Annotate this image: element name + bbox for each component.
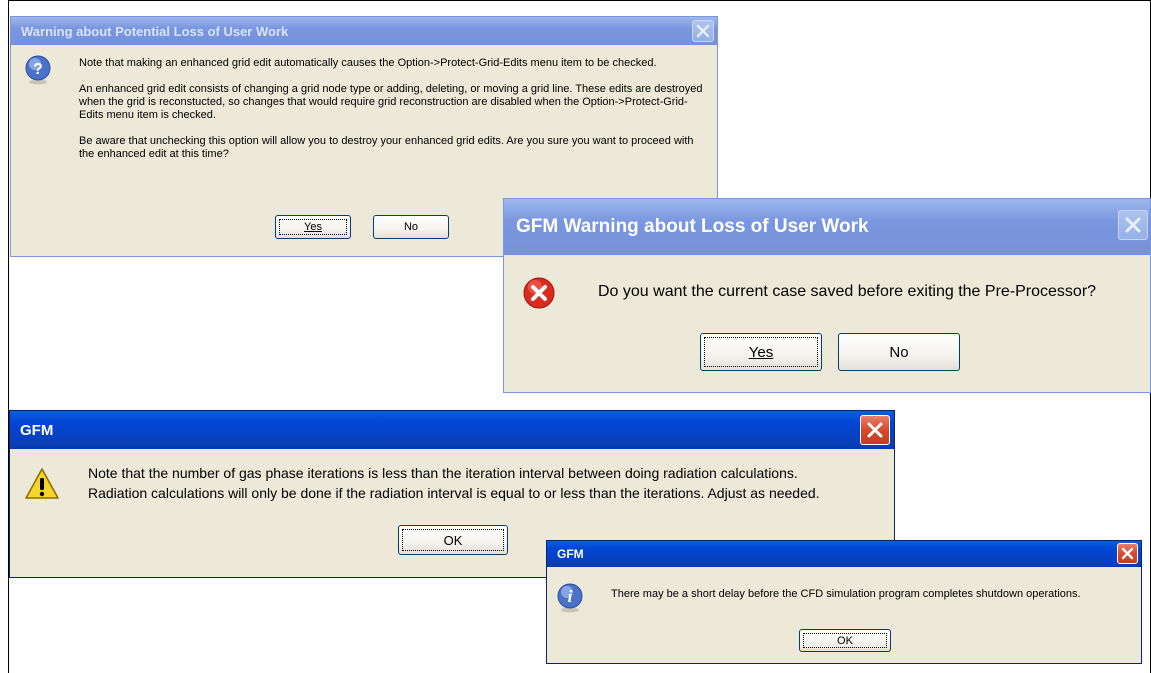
svg-text:i: i — [568, 587, 573, 606]
dialog-gfm-loss-warning: GFM Warning about Loss of User Work Do y… — [503, 198, 1151, 393]
close-icon — [1121, 547, 1134, 560]
dialog-title: GFM — [557, 547, 584, 561]
close-icon — [696, 24, 710, 38]
no-button[interactable]: No — [373, 215, 449, 239]
warning-icon — [25, 468, 59, 499]
close-icon — [1125, 217, 1141, 233]
yes-button[interactable]: Yes — [275, 215, 351, 239]
dialog-title-bar[interactable]: GFM — [547, 541, 1141, 567]
dialog-title-bar[interactable]: Warning about Potential Loss of User Wor… — [11, 17, 717, 45]
no-button[interactable]: No — [838, 333, 960, 371]
svg-text:?: ? — [33, 61, 43, 78]
error-icon — [523, 277, 555, 309]
dialog-title: Warning about Potential Loss of User Wor… — [21, 23, 289, 39]
dialog-title: GFM Warning about Loss of User Work — [516, 216, 869, 237]
close-button[interactable] — [1117, 543, 1138, 564]
yes-button[interactable]: Yes — [700, 333, 822, 371]
dialog-message: Note that making an enhanced grid edit a… — [79, 57, 709, 161]
dialog-message: Note that the number of gas phase iterat… — [88, 463, 820, 503]
message-paragraph: Note that making an enhanced grid edit a… — [79, 57, 657, 69]
dialog-message: Do you want the current case saved befor… — [598, 283, 1097, 300]
question-icon: ? — [25, 55, 51, 85]
message-line: Note that the number of gas phase iterat… — [88, 465, 798, 481]
frame-border-top — [8, 0, 1151, 1]
close-button[interactable] — [692, 20, 714, 42]
dialog-title: GFM — [20, 421, 54, 439]
dialog-title-bar[interactable]: GFM — [10, 411, 894, 449]
info-icon: i — [557, 583, 583, 613]
close-button[interactable] — [1118, 210, 1148, 240]
message-line: Radiation calculations will only be done… — [88, 485, 820, 501]
ok-button[interactable]: OK — [799, 629, 891, 652]
dialog-message: There may be a short delay before the CF… — [611, 588, 1081, 600]
close-button[interactable] — [860, 415, 890, 445]
ok-button[interactable]: OK — [398, 525, 508, 555]
message-paragraph: Be aware that unchecking this option wil… — [79, 135, 694, 160]
dialog-gfm-shutdown-info: GFM i There may be a short delay before … — [546, 540, 1142, 664]
close-icon — [867, 422, 883, 438]
message-paragraph: An enhanced grid edit consists of changi… — [79, 83, 703, 121]
dialog-title-bar[interactable]: GFM Warning about Loss of User Work — [504, 199, 1150, 255]
